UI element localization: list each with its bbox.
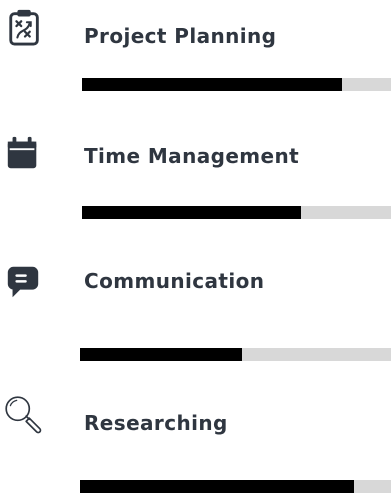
skill-label-project-planning: Project Planning (84, 24, 277, 48)
skill-bar-project-planning (82, 78, 391, 91)
skill-bar-communication (80, 348, 391, 361)
skill-time-management: Time Management (0, 120, 391, 225)
skill-bar-fill (82, 78, 342, 91)
skill-label-time-management: Time Management (84, 144, 300, 168)
clipboard-strategy-icon (9, 9, 39, 46)
skill-bar-time-management (82, 206, 391, 219)
skill-project-planning: Project Planning (0, 0, 391, 100)
skill-researching: Researching (0, 385, 391, 493)
skill-label-researching: Researching (84, 411, 228, 435)
skill-bar-researching (80, 480, 391, 493)
magnifier-icon (5, 396, 42, 434)
skill-label-communication: Communication (84, 269, 265, 293)
skill-communication: Communication (0, 245, 391, 365)
calendar-icon (7, 136, 37, 169)
chat-bubble-icon (7, 266, 39, 298)
skill-bar-fill (80, 480, 354, 493)
skill-bar-fill (82, 206, 302, 219)
skill-bar-fill (80, 348, 242, 361)
